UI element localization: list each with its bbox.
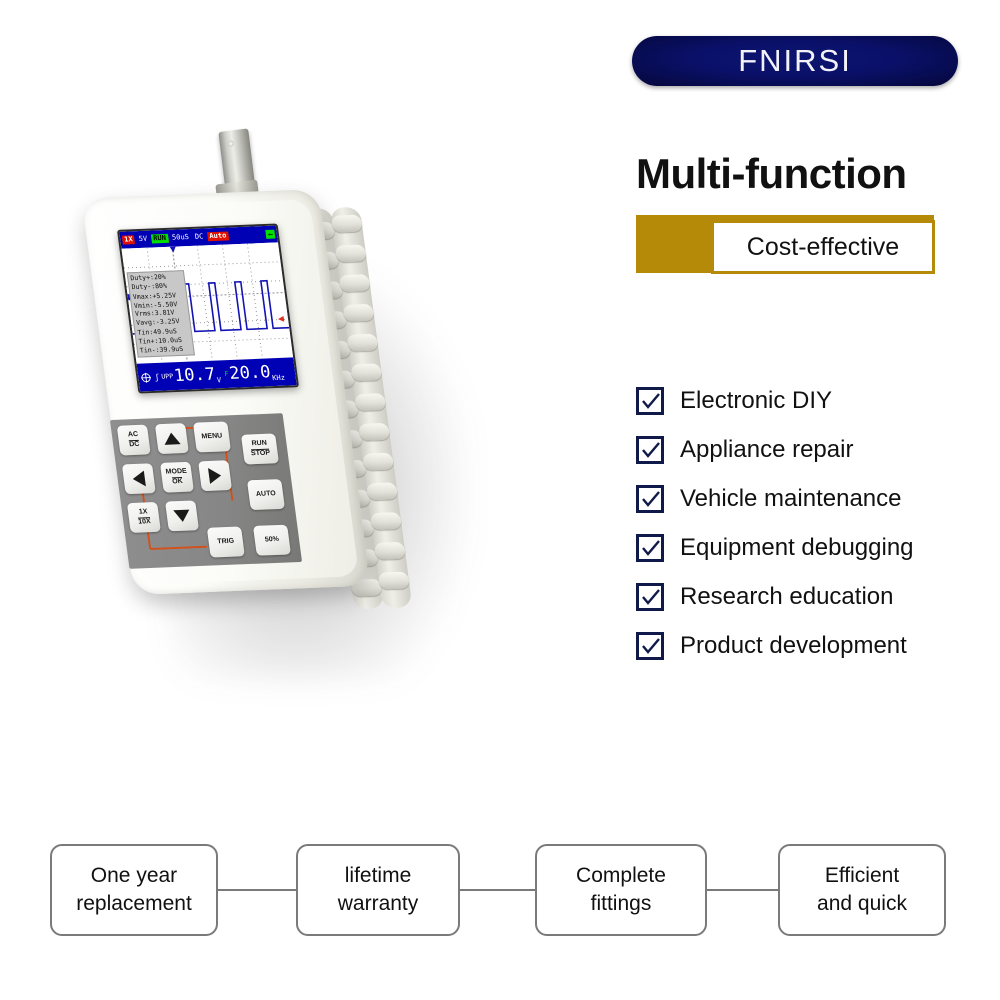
measurement-panel: Duty+:20% Duty-:80% Vmax:+5.25V Vmin:-5.… [126,270,196,358]
brand-logo-pill: FNIRSI [632,36,958,86]
arrow-left-icon [131,470,146,487]
feature-line-1: lifetime [344,864,412,888]
lcd-bezel: 1X 5V RUN 50uS DC Auto ← Duty+:20% Duty-… [116,223,300,394]
scope-readout-bar: ʃ UPP 10.7 V F 20.0 KHz [136,357,297,392]
vpp-label: UPP [160,372,174,381]
checkbox-checked-icon [636,435,664,464]
oscilloscope-device: 1X 5V RUN 50uS DC Auto ← Duty+:20% Duty-… [60,110,520,680]
device-keypad: AC DC 1X 10X MODE OK MENU TRIG RUN STOP … [109,413,303,569]
waveform-symbol-icon: ʃ [153,372,160,382]
arrow-up-button[interactable] [154,423,189,455]
trig-label: TRIG [216,537,235,546]
feature-line-2: replacement [76,892,192,915]
feature-line-1: Efficient [824,864,900,888]
measurement-duty-negative: Duty-:80% [130,281,168,291]
arrow-right-icon [208,467,223,484]
lcd-screen: 1X 5V RUN 50uS DC Auto ← Duty+:20% Duty-… [119,225,297,392]
frequency-value: 20.0 [228,361,272,384]
probe-label-bottom: 10X [137,516,152,527]
list-item: Electronic DIY [636,376,976,425]
list-item: Research education [636,572,976,621]
fifty-percent-label: 50% [264,535,280,544]
list-item: Appliance repair [636,425,976,474]
arrow-down-icon [173,509,191,523]
checkbox-checked-icon [636,533,664,562]
coupling-label[interactable]: DC [192,232,206,241]
ac-dc-label-bottom: DC [128,439,140,449]
feature-box: One year replacement [50,844,218,936]
list-item-label: Appliance repair [680,435,854,463]
checkbox-checked-icon [636,582,664,611]
brand-name: FNIRSI [738,43,852,78]
cost-effective-label: Cost-effective [746,232,900,261]
checkbox-checked-icon [636,631,664,660]
waveform-plot-area: Duty+:20% Duty-:80% Vmax:+5.25V Vmin:-5.… [121,242,294,364]
checkbox-checked-icon [636,484,664,513]
product-poster: FNIRSI Multi-function Cost-effective Ele… [0,0,1000,1000]
feature-box: lifetime warranty [296,844,460,936]
probe-attenuation-badge[interactable]: 1X [121,235,136,245]
list-item: Equipment debugging [636,523,976,572]
fifty-percent-button[interactable]: 50% [252,524,291,556]
list-item-label: Product development [680,631,907,659]
probe-1x-10x-button[interactable]: 1X 10X [126,501,161,533]
list-item-label: Research education [680,582,894,610]
back-arrow-icon[interactable]: ← [265,229,276,239]
vpp-value: 10.7 [172,364,217,386]
ac-dc-button[interactable]: AC DC [116,424,151,456]
list-item: Product development [636,621,976,670]
list-item-label: Vehicle maintenance [680,484,902,512]
list-item-label: Electronic DIY [680,386,833,414]
arrow-down-button[interactable] [165,500,200,532]
checkbox-checked-icon [636,386,664,415]
arrow-left-button[interactable] [121,463,156,495]
list-item-label: Equipment debugging [680,533,914,561]
cost-effective-badge: Cost-effective [711,220,935,274]
feature-line-2: fittings [590,892,652,915]
page-title: Multi-function [636,150,907,197]
run-state-badge[interactable]: RUN [150,233,169,244]
measurement-vavg: Vavg:-3.25V [135,317,180,327]
trigger-mode-badge[interactable]: Auto [206,231,229,242]
menu-label: MENU [201,432,223,441]
arrow-right-button[interactable] [198,460,233,492]
feature-line-1: Complete [576,864,666,888]
crosshair-icon [139,368,153,387]
feature-line-2: warranty [337,892,419,915]
measurement-time-negative: Tin-:39.9uS [139,344,184,355]
auto-label: AUTO [255,490,277,498]
guarantee-feature-row: One year replacement lifetime warranty C… [0,844,1000,936]
vpp-unit: V [216,376,222,385]
use-case-checklist: Electronic DIY Appliance repair Vehicle … [636,376,976,670]
feature-box: Complete fittings [535,844,707,936]
list-item: Vehicle maintenance [636,474,976,523]
mode-ok-button[interactable]: MODE OK [159,461,194,493]
trig-button[interactable]: TRIG [206,526,245,558]
time-per-div-label[interactable]: 50uS [169,233,191,243]
frequency-unit: KHz [271,373,286,383]
feature-line-2: and quick [817,892,907,915]
feature-line-1: One year [90,864,178,888]
stop-label: STOP [250,448,271,458]
feature-box: Efficient and quick [778,844,946,936]
arrow-up-icon [163,432,181,445]
menu-button[interactable]: MENU [192,421,232,453]
run-stop-button[interactable]: RUN STOP [240,433,279,465]
volts-per-div-label[interactable]: 5V [136,235,150,244]
auto-button[interactable]: AUTO [246,479,285,511]
ok-label: OK [171,476,184,486]
